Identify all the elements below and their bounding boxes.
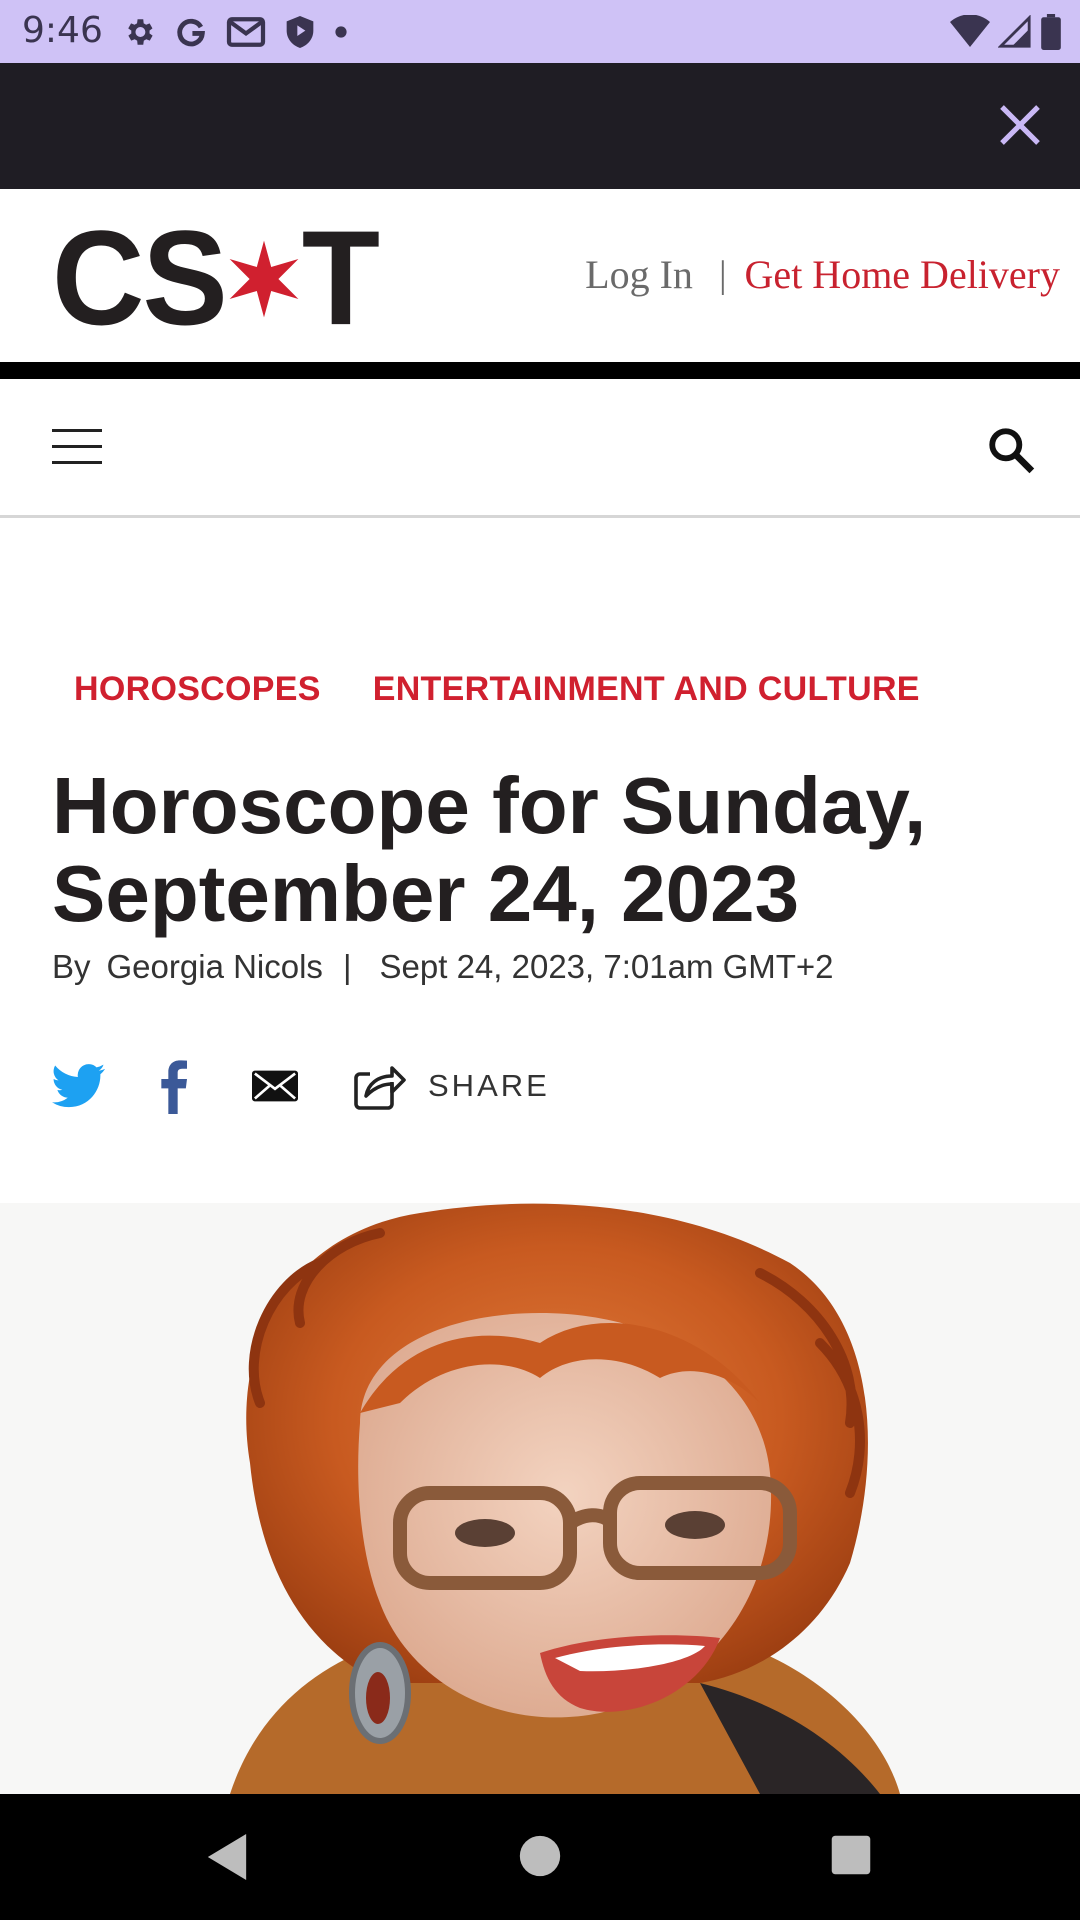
ad-banner	[0, 63, 1080, 189]
dot-icon	[335, 26, 347, 38]
nav-bar	[0, 379, 1080, 518]
author-link[interactable]: Georgia Nicols	[107, 948, 323, 986]
share-icon	[354, 1066, 406, 1110]
hamburger-menu-icon[interactable]	[52, 427, 102, 467]
status-time: 9:46	[22, 10, 103, 51]
twitter-icon[interactable]	[52, 1063, 106, 1109]
close-icon[interactable]	[996, 101, 1044, 149]
site-header: CS T Log In | Get Home Delivery	[0, 189, 1080, 362]
logo-text-right: T	[301, 203, 380, 354]
recents-icon[interactable]	[830, 1834, 872, 1876]
facebook-icon[interactable]	[158, 1058, 188, 1114]
star-icon	[229, 240, 299, 318]
gmail-icon	[226, 17, 266, 47]
wifi-icon	[950, 15, 990, 47]
signal-icon	[998, 15, 1031, 48]
category-link-entertainment[interactable]: ENTERTAINMENT AND CULTURE	[373, 670, 920, 709]
share-button[interactable]: SHARE	[352, 1059, 550, 1113]
google-icon	[177, 18, 205, 47]
system-nav-bar	[0, 1794, 1080, 1920]
back-icon[interactable]	[204, 1832, 250, 1882]
site-logo[interactable]: CS T	[52, 211, 380, 345]
share-label: SHARE	[428, 1068, 550, 1103]
status-icons-left	[122, 12, 348, 52]
status-icons-right	[950, 12, 1062, 52]
shield-icon	[286, 16, 314, 48]
status-bar: 9:46	[0, 0, 1080, 63]
share-row: SHARE	[52, 1058, 550, 1114]
byline: By Georgia Nicols | Sept 24, 2023, 7:01a…	[52, 948, 834, 986]
email-icon[interactable]	[252, 1070, 298, 1102]
header-divider	[0, 362, 1080, 379]
login-link[interactable]: Log In	[585, 251, 693, 298]
byline-separator: |	[342, 948, 352, 985]
home-delivery-link[interactable]: Get Home Delivery	[745, 251, 1060, 298]
byline-prefix: By	[52, 948, 91, 985]
category-link-horoscopes[interactable]: HOROSCOPES	[74, 670, 321, 709]
publish-date: Sept 24, 2023, 7:01am GMT+2	[379, 948, 834, 985]
logo-text-left: CS	[52, 203, 228, 354]
home-icon[interactable]	[518, 1834, 562, 1878]
header-link-separator: |	[718, 253, 727, 296]
author-portrait-image	[0, 1203, 1080, 1794]
article-categories: HOROSCOPES ENTERTAINMENT AND CULTURE	[74, 670, 920, 709]
battery-icon	[1041, 14, 1061, 50]
article-hero-image	[0, 1203, 1080, 1794]
search-icon[interactable]	[986, 425, 1036, 475]
settings-icon	[128, 19, 153, 45]
header-links: Log In | Get Home Delivery	[585, 251, 1060, 298]
article-headline: Horoscope for Sunday, September 24, 2023	[52, 761, 927, 938]
